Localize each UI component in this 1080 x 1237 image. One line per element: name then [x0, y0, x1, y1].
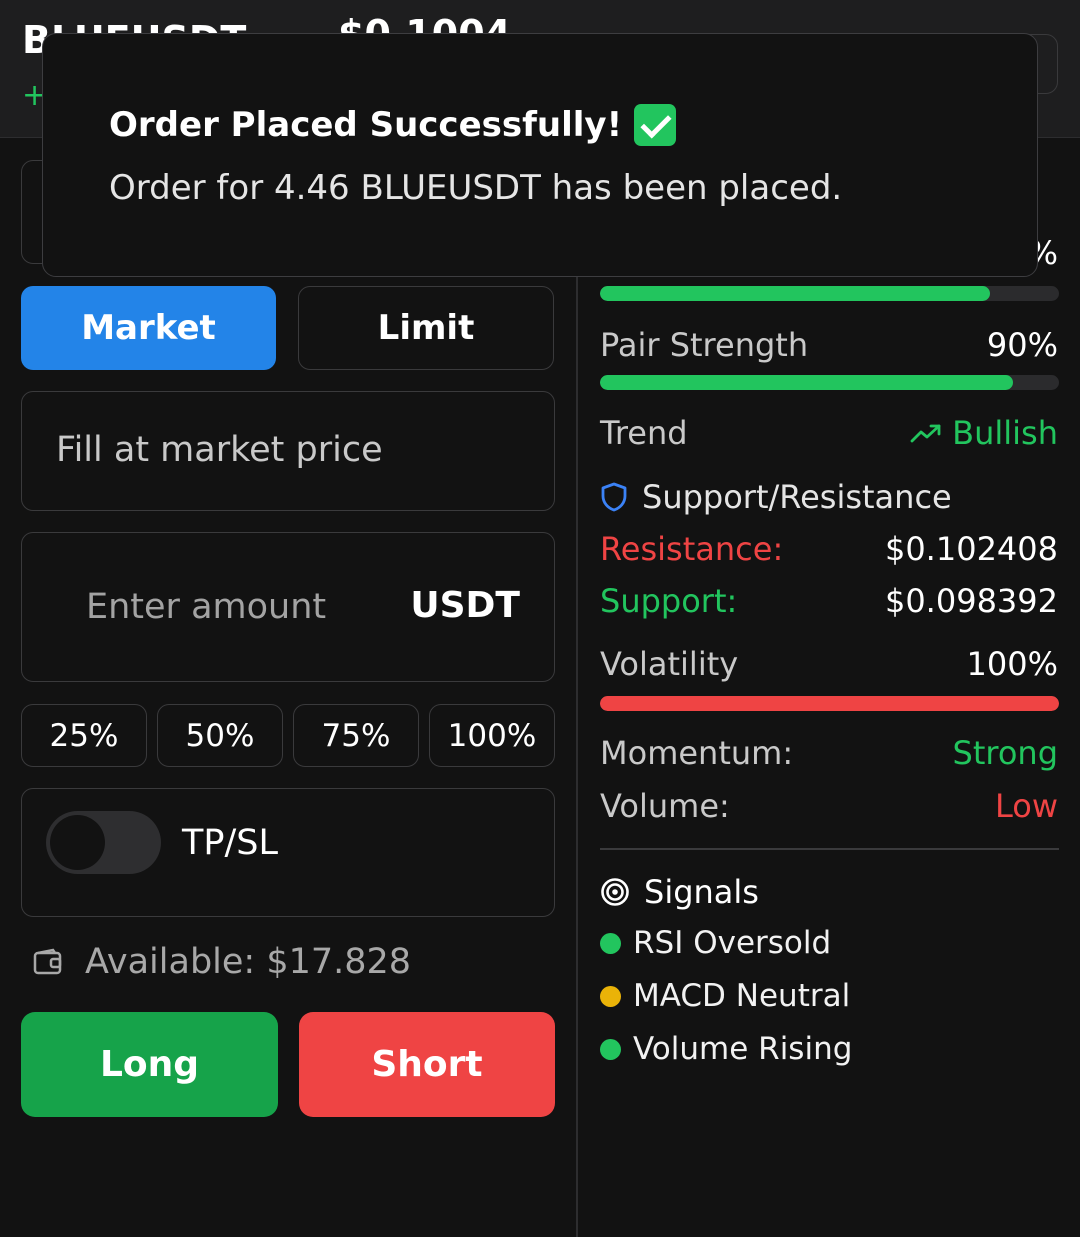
top-metric-bar — [600, 286, 1059, 301]
toggle-knob — [50, 815, 105, 870]
trend-value: Bullish — [952, 414, 1058, 452]
signal-item: MACD Neutral — [600, 978, 850, 1014]
order-type-market-tab[interactable]: Market — [21, 286, 276, 370]
signal-label: Volume Rising — [633, 1031, 853, 1067]
volatility-bar — [600, 696, 1059, 711]
short-button[interactable]: Short — [299, 1012, 555, 1117]
trending-up-icon — [910, 424, 941, 443]
volatility-value: 100% — [966, 645, 1058, 683]
status-dot-icon — [600, 932, 621, 954]
pair-strength-bar-fill — [600, 375, 1014, 390]
order-success-toast[interactable]: Order Placed Successfully! Order for 4.4… — [42, 33, 1038, 277]
support-resistance-header: Support/Resistance — [600, 478, 952, 516]
tpsl-panel: TP/SL — [21, 788, 555, 917]
signal-item: RSI Oversold — [600, 925, 831, 961]
toast-title: Order Placed Successfully! — [109, 105, 623, 145]
amount-placeholder: Enter amount — [86, 587, 327, 627]
volume-label: Volume: — [600, 787, 730, 825]
trend-label: Trend — [600, 414, 688, 452]
target-icon — [601, 878, 629, 906]
momentum-label: Momentum: — [600, 734, 794, 772]
resistance-value: $0.102408 — [884, 530, 1058, 568]
percent-50-button[interactable]: 50% — [157, 704, 283, 767]
trend-indicator: Bullish — [910, 414, 1058, 452]
support-resistance-title: Support/Resistance — [642, 478, 952, 516]
momentum-value: Strong — [952, 734, 1058, 772]
volatility-label: Volatility — [600, 645, 739, 683]
toast-title-row: Order Placed Successfully! — [109, 104, 677, 146]
top-metric-bar-fill — [600, 286, 991, 301]
fill-market-price-text: Fill at market price — [56, 430, 383, 470]
order-type-limit-tab[interactable]: Limit — [298, 286, 554, 370]
available-text: Available: $17.828 — [85, 942, 412, 982]
support-value: $0.098392 — [884, 582, 1058, 620]
toast-message: Order for 4.46 BLUEUSDT has been placed. — [109, 168, 843, 208]
volatility-bar-fill — [600, 696, 1059, 711]
pair-strength-bar — [600, 375, 1059, 390]
long-button[interactable]: Long — [21, 1012, 278, 1117]
wallet-icon — [33, 948, 62, 975]
resistance-label: Resistance: — [600, 530, 784, 568]
percent-75-button[interactable]: 75% — [293, 704, 419, 767]
signal-label: MACD Neutral — [633, 978, 851, 1014]
signals-title: Signals — [644, 873, 759, 911]
support-label: Support: — [600, 582, 738, 620]
pair-strength-value: 90% — [986, 326, 1058, 364]
pair-strength-label: Pair Strength — [600, 326, 809, 364]
signal-label: RSI Oversold — [633, 925, 832, 961]
volume-value: Low — [994, 787, 1058, 825]
tpsl-toggle[interactable] — [46, 811, 161, 874]
shield-icon — [601, 482, 627, 512]
percent-100-button[interactable]: 100% — [429, 704, 555, 767]
amount-input[interactable]: Enter amount USDT — [21, 532, 555, 682]
check-mark-button-icon — [634, 104, 677, 146]
tpsl-label: TP/SL — [182, 823, 278, 863]
signal-item: Volume Rising — [600, 1031, 852, 1067]
signals-header: Signals — [600, 873, 759, 911]
status-dot-icon — [600, 1038, 621, 1060]
section-divider — [600, 848, 1059, 850]
column-divider — [576, 138, 578, 1237]
percent-25-button[interactable]: 25% — [21, 704, 147, 767]
price-field[interactable]: Fill at market price — [21, 391, 555, 511]
status-dot-icon — [600, 985, 621, 1007]
amount-unit-label: USDT — [410, 585, 520, 626]
available-balance: Available: $17.828 — [33, 942, 411, 982]
